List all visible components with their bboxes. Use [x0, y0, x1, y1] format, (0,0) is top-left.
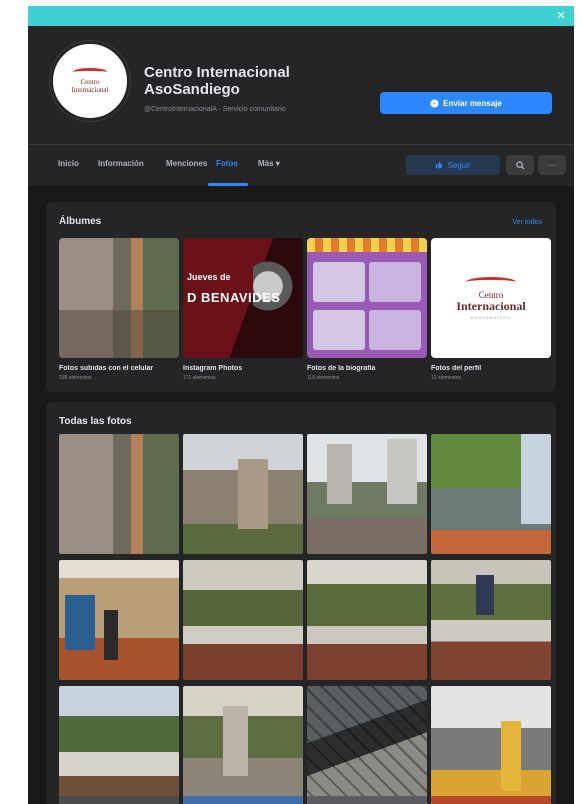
photo-banner [65, 595, 95, 650]
logo-image: Centro Internacional ASOSANDIEGO [431, 238, 551, 358]
photo-thumbnail[interactable] [59, 434, 179, 554]
album-thumbnail[interactable]: Centro Internacional ASOSANDIEGO [431, 238, 551, 358]
album-count: 171 elementos [183, 375, 216, 381]
photo-building [327, 444, 352, 504]
photo-thumbnail[interactable] [59, 686, 179, 804]
photo-thumbnail[interactable] [183, 560, 303, 680]
browser-top-bar: ✕ [28, 6, 574, 26]
page-title-line1: Centro Internacional [144, 64, 290, 81]
album-count: 238 elementos [59, 375, 92, 381]
photo-thumbnail[interactable] [431, 686, 551, 804]
albums-section: Álbumes Ver todos Fotos subidas con el c… [46, 202, 556, 392]
photo-building [521, 434, 551, 524]
page-header: Centro Internacional Centro Internaciona… [28, 26, 574, 144]
photo-thumbnail[interactable] [307, 434, 427, 554]
photo-thumbnail[interactable] [183, 686, 303, 804]
avatar-logo-line1: Centro [80, 78, 100, 86]
page-nav: Inicio Información Menciones Fotos Más ▾… [28, 144, 574, 186]
more-icon: ··· [547, 160, 557, 170]
tab-menciones[interactable]: Menciones [166, 159, 207, 168]
active-tab-underline [208, 183, 248, 186]
photo-thumbnail[interactable] [431, 560, 551, 680]
photo-schedule-box [369, 262, 421, 302]
album-thumbnail[interactable] [307, 238, 427, 358]
photo-scaffold [307, 686, 427, 804]
album-card[interactable]: Fotos subidas con el celular 238 element… [59, 238, 179, 381]
facebook-page-window: ✕ Centro Internacional Centro Internacio… [28, 6, 574, 804]
follow-icon [436, 161, 443, 169]
logo-line1: Centro [478, 289, 504, 300]
tab-fotos[interactable]: Fotos [216, 159, 238, 168]
photo-person [104, 610, 118, 660]
tab-mas[interactable]: Más ▾ [258, 159, 280, 168]
photo-shadow [59, 238, 179, 358]
album-count: 118 elementos [307, 375, 340, 381]
all-photos-section: Todas las fotos [46, 402, 556, 804]
photo-monument [238, 459, 268, 529]
photo-thumbnail[interactable] [307, 686, 427, 804]
send-message-label: Enviar mensaje [443, 98, 502, 108]
all-photos-title: Todas las fotos [59, 416, 132, 427]
album-card[interactable]: Jueves de D BENAVIDES Instagram Photos 1… [183, 238, 303, 381]
photo-thumbnail[interactable] [59, 560, 179, 680]
photo-thumbnail[interactable] [183, 434, 303, 554]
album-thumbnail[interactable] [59, 238, 179, 358]
close-icon[interactable]: ✕ [554, 9, 568, 23]
photo-thumbnail[interactable] [431, 434, 551, 554]
photo-worker [501, 721, 521, 791]
send-message-button[interactable]: Enviar mensaje [380, 92, 552, 114]
photo-schedule-box [313, 310, 365, 350]
albums-title: Álbumes [59, 216, 102, 227]
logo-arc-icon [73, 68, 107, 76]
album-name[interactable]: Fotos subidas con el celular [59, 365, 179, 372]
avatar-logo-line2: Internacional [71, 86, 109, 94]
album-card[interactable]: Centro Internacional ASOSANDIEGO Fotos d… [431, 238, 551, 381]
photo-monument [223, 706, 248, 776]
page-title-line2: AsoSandiego [144, 81, 240, 98]
photo-thumbnail[interactable] [183, 796, 303, 804]
page-handle: @CentroInternacionalA · Servicio comunit… [144, 106, 286, 113]
messenger-icon [430, 98, 439, 108]
photo-schedule-box [369, 310, 421, 350]
avatar[interactable]: Centro Internacional [50, 41, 130, 121]
follow-label: Seguir [447, 160, 471, 170]
photo-schedule-box [313, 262, 365, 302]
photo-thumbnail[interactable] [431, 796, 551, 804]
poster-title: D BENAVIDES [187, 290, 281, 305]
album-count: 12 elementos [431, 375, 462, 381]
logo-line2: Internacional [456, 298, 526, 313]
search-icon [515, 160, 525, 170]
logo-line3: ASOSANDIEGO [470, 314, 512, 320]
tab-informacion[interactable]: Información [98, 159, 144, 168]
album-name[interactable]: Fotos de la biografía [307, 365, 427, 372]
photo-thumbnail[interactable] [307, 560, 427, 680]
page-title: Centro Internacional AsoSandiego [144, 64, 290, 98]
album-name[interactable]: Instagram Photos [183, 365, 303, 372]
search-button[interactable] [506, 155, 534, 175]
photo-thumbnail[interactable] [59, 796, 179, 804]
follow-button[interactable]: Seguir [406, 155, 500, 175]
tab-inicio[interactable]: Inicio [58, 159, 79, 168]
photo-building [387, 439, 417, 504]
see-all-albums-link[interactable]: Ver todos [512, 219, 542, 226]
photo-banner [307, 238, 427, 252]
poster-subtitle: Jueves de [187, 272, 231, 282]
album-thumbnail[interactable]: Jueves de D BENAVIDES [183, 238, 303, 358]
more-button[interactable]: ··· [538, 155, 566, 175]
album-name[interactable]: Fotos del perfil [431, 365, 551, 372]
album-card[interactable]: Fotos de la biografía 118 elementos [307, 238, 427, 381]
logo-arc-icon [466, 276, 516, 287]
photo-person [476, 575, 494, 615]
photo-thumbnail[interactable] [307, 796, 427, 804]
